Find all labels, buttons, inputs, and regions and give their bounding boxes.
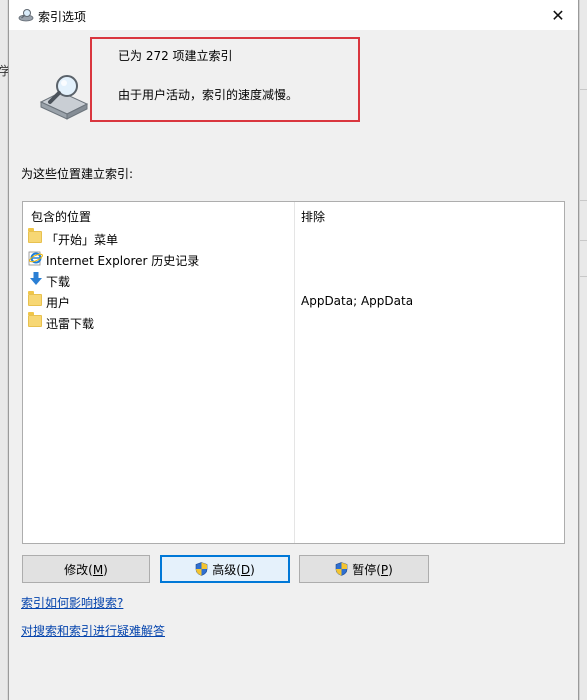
- list-item[interactable]: 下载: [23, 269, 564, 290]
- window-title: 索引选项: [38, 10, 87, 24]
- location-name: Internet Explorer 历史记录: [46, 254, 200, 268]
- list-item[interactable]: 「开始」菜单: [23, 227, 564, 248]
- folder-icon: [28, 291, 44, 308]
- location-name: 下载: [46, 275, 71, 289]
- uac-shield-icon: [195, 562, 208, 576]
- location-exclude: AppData; AppData: [301, 294, 414, 308]
- close-icon: ✕: [551, 5, 565, 25]
- pause-button[interactable]: 暂停(P): [299, 555, 429, 583]
- modify-button-label: 修改(M): [64, 562, 108, 577]
- folder-icon: [28, 228, 44, 245]
- modify-button[interactable]: 修改(M): [22, 555, 150, 583]
- list-item[interactable]: 迅雷下载: [23, 311, 564, 332]
- pause-button-label: 暂停(P): [352, 562, 393, 577]
- background-window-right: [579, 0, 587, 700]
- indexing-drive-search-icon: [39, 75, 89, 120]
- how-indexing-affects-search-link[interactable]: 索引如何影响搜索?: [21, 594, 123, 611]
- folder-icon: [28, 312, 44, 329]
- location-name: 「开始」菜单: [46, 233, 119, 247]
- list-item[interactable]: 用户 AppData; AppData: [23, 290, 564, 311]
- location-name: 用户: [46, 296, 71, 310]
- indexed-count-status: 已为 272 项建立索引: [118, 49, 233, 63]
- troubleshoot-search-link[interactable]: 对搜索和索引进行疑难解答: [21, 622, 165, 639]
- close-button[interactable]: ✕: [538, 0, 578, 30]
- advanced-button[interactable]: 高级(D): [160, 555, 290, 583]
- locations-label: 为这些位置建立索引:: [21, 167, 134, 181]
- advanced-button-label: 高级(D): [212, 562, 255, 577]
- uac-shield-icon: [335, 562, 348, 576]
- title-bar[interactable]: 索引选项 ✕: [9, 0, 578, 30]
- indexing-options-dialog: 索引选项 ✕ 已为 272 项建立索引 由于用户活动，索引的速度减慢。 为这些位…: [8, 0, 579, 700]
- background-window-left: 学: [0, 0, 11, 700]
- location-name: 迅雷下载: [46, 317, 95, 331]
- download-icon: [30, 272, 42, 285]
- ie-icon: [28, 251, 43, 266]
- indexing-speed-status: 由于用户活动，索引的速度减慢。: [118, 88, 299, 102]
- column-header-exclude[interactable]: 排除: [301, 208, 325, 225]
- indexing-options-icon: [18, 9, 34, 22]
- list-item[interactable]: Internet Explorer 历史记录: [23, 248, 564, 269]
- column-header-included[interactable]: 包含的位置: [31, 208, 91, 225]
- indexed-locations-list[interactable]: 包含的位置 排除 「开始」菜单 Internet Explorer 历史记录 下…: [22, 201, 565, 544]
